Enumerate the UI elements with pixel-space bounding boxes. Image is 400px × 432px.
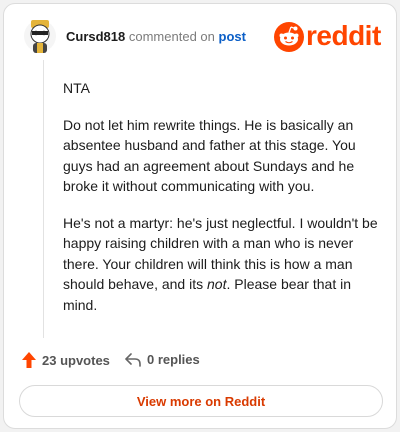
commented-on-text: commented on: [128, 29, 215, 44]
reddit-snoo-icon: [274, 22, 304, 52]
upvote-arrow-icon: [22, 352, 36, 368]
upvote-button[interactable]: 23 upvotes: [22, 352, 110, 368]
post-link[interactable]: post: [219, 29, 246, 44]
comment-header: Cursd818 commented on post reddit: [22, 16, 382, 56]
comment-paragraph: He's not a martyr: he's just neglectful.…: [63, 213, 381, 316]
view-more-button[interactable]: View more on Reddit: [19, 385, 383, 417]
view-more-label: View more on Reddit: [136, 393, 266, 409]
emphasis-text: not: [207, 276, 227, 292]
replies-button[interactable]: 0 replies: [125, 352, 200, 367]
avatar[interactable]: [22, 16, 58, 54]
reply-icon: [125, 352, 141, 367]
reddit-logo[interactable]: reddit: [274, 20, 382, 52]
comment-paragraph: NTA: [63, 80, 90, 96]
byline: Cursd818 commented on post: [66, 29, 246, 44]
username[interactable]: Cursd818: [66, 29, 125, 44]
upvote-count: 23 upvotes: [42, 352, 110, 368]
comment-footer: 23 upvotes 0 replies: [22, 352, 322, 372]
reddit-wordmark: reddit: [306, 20, 381, 51]
comment-body: NTA Do not let him rewrite things. He is…: [63, 78, 381, 331]
reply-count: 0 replies: [147, 352, 200, 367]
thread-line: [43, 60, 44, 338]
comment-card: Cursd818 commented on post reddit NTA Do…: [3, 3, 397, 429]
comment-paragraph: Do not let him rewrite things. He is bas…: [63, 116, 356, 195]
